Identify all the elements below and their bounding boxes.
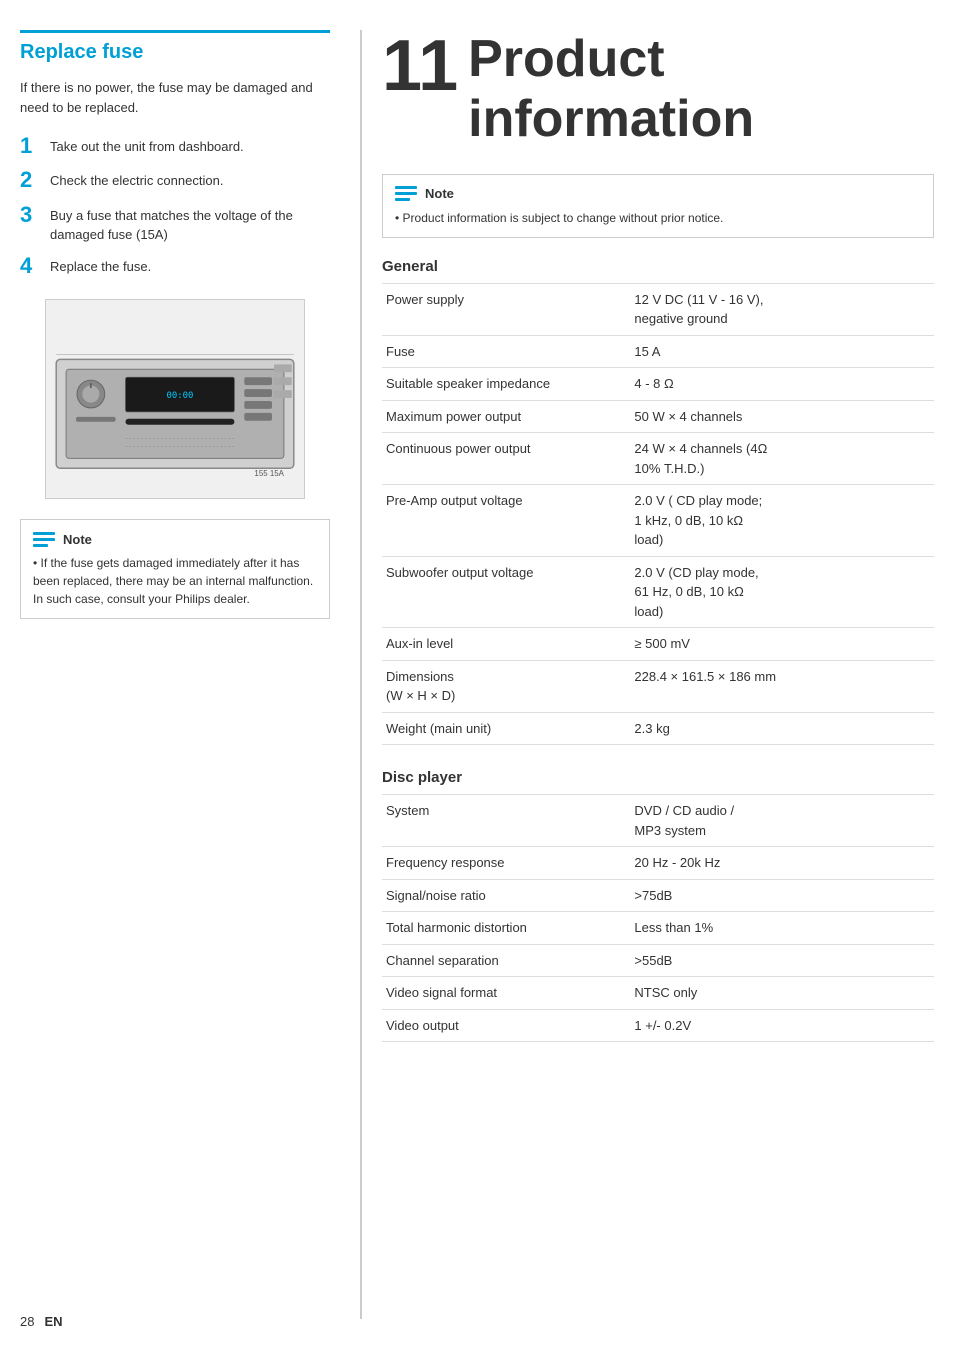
spec-label: Signal/noise ratio <box>382 879 630 912</box>
note-icon-line-r3 <box>395 198 410 201</box>
device-illustration: 00:00 155 15A <box>45 299 305 499</box>
table-row: Pre-Amp output voltage2.0 V ( CD play mo… <box>382 485 934 557</box>
table-row: Frequency response20 Hz - 20k Hz <box>382 847 934 880</box>
note-text-left: • If the fuse gets damaged immediately a… <box>33 554 317 608</box>
spec-label: Power supply <box>382 283 630 335</box>
step-4: 4 Replace the fuse. <box>20 253 330 279</box>
spec-value: 50 W × 4 channels <box>630 400 934 433</box>
step-text-1: Take out the unit from dashboard. <box>50 137 330 157</box>
spec-value: 228.4 × 161.5 × 186 mm <box>630 660 934 712</box>
table-row: Aux-in level≥ 500 mV <box>382 628 934 661</box>
table-row: Video output1 +/- 0.2V <box>382 1009 934 1042</box>
spec-value: 20 Hz - 20k Hz <box>630 847 934 880</box>
step-number-1: 1 <box>20 133 50 159</box>
table-row: Weight (main unit)2.3 kg <box>382 712 934 745</box>
language: EN <box>44 1314 62 1329</box>
note-icon-line-3 <box>33 544 48 547</box>
spec-label: Aux-in level <box>382 628 630 661</box>
spec-value: >75dB <box>630 879 934 912</box>
table-row: Signal/noise ratio>75dB <box>382 879 934 912</box>
spec-value: >55dB <box>630 944 934 977</box>
spec-label: Frequency response <box>382 847 630 880</box>
step-number-2: 2 <box>20 167 50 193</box>
svg-text:00:00: 00:00 <box>167 391 194 401</box>
spec-label: Total harmonic distortion <box>382 912 630 945</box>
spec-label: Dimensions (W × H × D) <box>382 660 630 712</box>
table-row: Continuous power output24 W × 4 channels… <box>382 433 934 485</box>
table-row: Channel separation>55dB <box>382 944 934 977</box>
page-footer: 28 EN <box>20 1314 63 1329</box>
step-1: 1 Take out the unit from dashboard. <box>20 133 330 159</box>
note-label-left: Note <box>63 532 92 547</box>
note-icon-line-2 <box>33 538 55 541</box>
note-icon-right <box>395 185 417 203</box>
section-title: Replace fuse <box>20 30 330 64</box>
note-box-left: Note • If the fuse gets damaged immediat… <box>20 519 330 619</box>
left-column: Replace fuse If there is no power, the f… <box>20 30 360 1319</box>
note-icon-line-r2 <box>395 192 417 195</box>
spec-label: Pre-Amp output voltage <box>382 485 630 557</box>
table-row: Maximum power output50 W × 4 channels <box>382 400 934 433</box>
note-icon-line-r1 <box>395 186 417 189</box>
page-number: 28 <box>20 1314 34 1329</box>
spec-label: Maximum power output <box>382 400 630 433</box>
table-row: Suitable speaker impedance4 - 8 Ω <box>382 368 934 401</box>
table-row: Fuse15 A <box>382 335 934 368</box>
table-row: Video signal formatNTSC only <box>382 977 934 1010</box>
spec-value: 12 V DC (11 V - 16 V), negative ground <box>630 283 934 335</box>
step-text-3: Buy a fuse that matches the voltage of t… <box>50 206 330 245</box>
table-row: Total harmonic distortionLess than 1% <box>382 912 934 945</box>
step-number-4: 4 <box>20 253 50 279</box>
table-row: Subwoofer output voltage2.0 V (CD play m… <box>382 556 934 628</box>
disc-player-spec-table: SystemDVD / CD audio / MP3 systemFrequen… <box>382 794 934 1042</box>
chapter-number: 11 <box>382 30 458 102</box>
spec-label: Video output <box>382 1009 630 1042</box>
spec-label: Video signal format <box>382 977 630 1010</box>
spec-label: Continuous power output <box>382 433 630 485</box>
note-text-right: • Product information is subject to chan… <box>395 209 921 227</box>
note-icon-line-1 <box>33 532 55 535</box>
note-header-left: Note <box>33 530 317 548</box>
general-spec-table: Power supply12 V DC (11 V - 16 V), negat… <box>382 283 934 746</box>
spec-label: Weight (main unit) <box>382 712 630 745</box>
step-text-2: Check the electric connection. <box>50 171 330 191</box>
table-row: Power supply12 V DC (11 V - 16 V), negat… <box>382 283 934 335</box>
spec-value: 2.0 V (CD play mode, 61 Hz, 0 dB, 10 kΩ … <box>630 556 934 628</box>
step-list: 1 Take out the unit from dashboard. 2 Ch… <box>20 133 330 279</box>
table-row: Dimensions (W × H × D)228.4 × 161.5 × 18… <box>382 660 934 712</box>
spec-label: Suitable speaker impedance <box>382 368 630 401</box>
step-3: 3 Buy a fuse that matches the voltage of… <box>20 202 330 245</box>
spec-value: Less than 1% <box>630 912 934 945</box>
table-row: SystemDVD / CD audio / MP3 system <box>382 795 934 847</box>
note-label-right: Note <box>425 186 454 201</box>
step-number-3: 3 <box>20 202 50 228</box>
note-icon-left <box>33 530 55 548</box>
spec-value: 24 W × 4 channels (4Ω 10% T.H.D.) <box>630 433 934 485</box>
svg-text:155 15A: 155 15A <box>254 469 284 478</box>
spec-value: 15 A <box>630 335 934 368</box>
spec-value: 4 - 8 Ω <box>630 368 934 401</box>
spec-value: ≥ 500 mV <box>630 628 934 661</box>
spec-value: 2.0 V ( CD play mode; 1 kHz, 0 dB, 10 kΩ… <box>630 485 934 557</box>
spec-value: 1 +/- 0.2V <box>630 1009 934 1042</box>
disc-player-title: Disc player <box>382 769 934 786</box>
note-box-right: Note • Product information is subject to… <box>382 174 934 238</box>
spec-label: Channel separation <box>382 944 630 977</box>
spec-value: 2.3 kg <box>630 712 934 745</box>
intro-text: If there is no power, the fuse may be da… <box>20 78 330 117</box>
right-column: 11 Product information Note • Product in… <box>360 30 934 1319</box>
spec-value: DVD / CD audio / MP3 system <box>630 795 934 847</box>
spec-value: NTSC only <box>630 977 934 1010</box>
general-title: General <box>382 258 934 275</box>
note-header-right: Note <box>395 185 921 203</box>
spec-label: Subwoofer output voltage <box>382 556 630 628</box>
spec-label: Fuse <box>382 335 630 368</box>
step-2: 2 Check the electric connection. <box>20 167 330 193</box>
chapter-title: Product information <box>468 30 754 150</box>
spec-label: System <box>382 795 630 847</box>
step-text-4: Replace the fuse. <box>50 257 330 277</box>
chapter-title-block: 11 Product information <box>382 30 934 150</box>
